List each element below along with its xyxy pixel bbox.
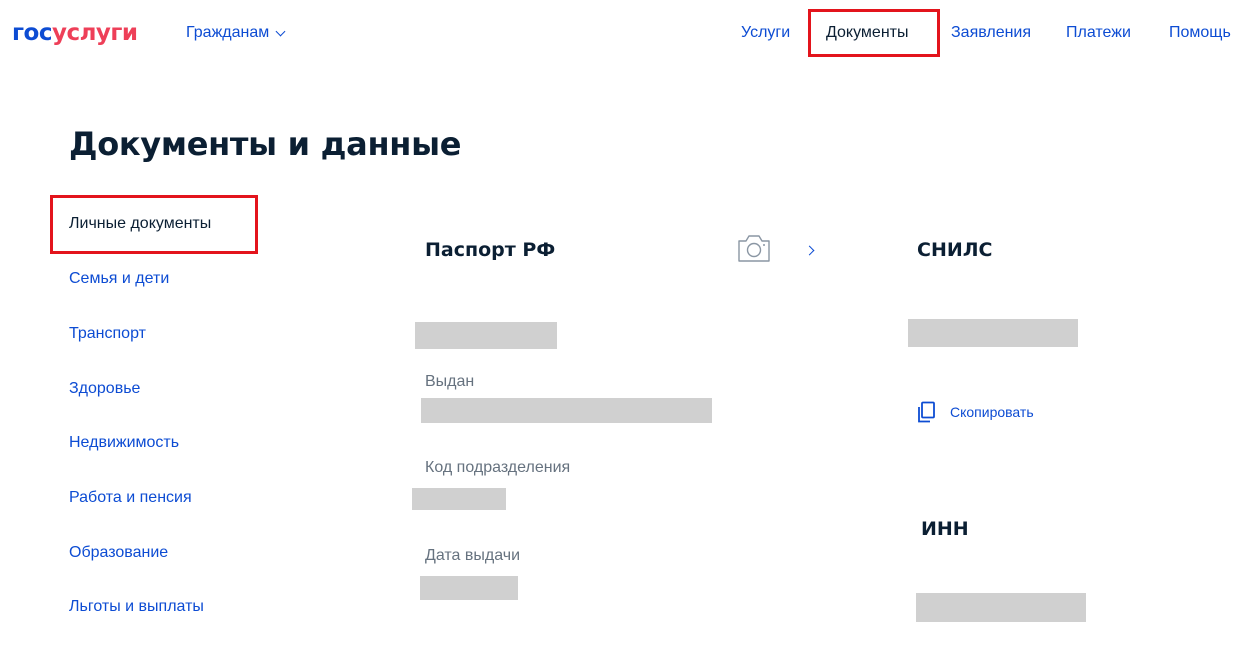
sidebar-item-health[interactable]: Здоровье <box>69 379 140 399</box>
passport-number-redacted <box>415 322 557 349</box>
logo-part-uslugi: услуги <box>51 20 138 46</box>
sidebar-item-education[interactable]: Образование <box>69 543 168 563</box>
passport-division-code-redacted <box>412 488 506 510</box>
copy-icon[interactable] <box>915 401 937 423</box>
nav-services-link[interactable]: Услуги <box>741 23 790 43</box>
passport-division-code-label: Код подразделения <box>425 459 571 476</box>
page-title: Документы и данные <box>69 125 462 163</box>
gosuslugi-logo[interactable]: госуслуги <box>12 18 138 48</box>
snils-number-redacted <box>908 319 1078 347</box>
inn-title: ИНН <box>921 518 969 540</box>
sidebar-item-real-estate[interactable]: Недвижимость <box>69 433 179 453</box>
sidebar-item-transport[interactable]: Транспорт <box>69 324 146 344</box>
nav-payments-link[interactable]: Платежи <box>1066 23 1131 43</box>
sidebar-item-benefits[interactable]: Льготы и выплаты <box>69 597 204 617</box>
highlight-box-documents <box>808 9 940 57</box>
passport-issued-value-redacted <box>421 398 712 423</box>
inn-number-redacted <box>916 593 1086 622</box>
nav-applications-link[interactable]: Заявления <box>951 23 1031 43</box>
citizens-menu-button[interactable]: Гражданам <box>186 23 286 43</box>
camera-icon[interactable] <box>737 233 771 263</box>
chevron-down-icon <box>275 26 286 36</box>
logo-part-gos: гос <box>12 20 52 46</box>
passport-issued-label: Выдан <box>425 373 475 390</box>
chevron-right-icon[interactable] <box>804 245 815 256</box>
copy-snils-button[interactable]: Скопировать <box>950 403 1034 421</box>
highlight-box-personal-documents <box>50 195 258 254</box>
passport-title: Паспорт РФ <box>425 239 556 261</box>
nav-help-link[interactable]: Помощь <box>1169 23 1231 43</box>
citizens-menu-label: Гражданам <box>186 24 270 41</box>
sidebar-item-family-children[interactable]: Семья и дети <box>69 269 169 289</box>
passport-issue-date-label: Дата выдачи <box>425 547 521 564</box>
snils-title: СНИЛС <box>917 239 993 261</box>
passport-issue-date-redacted <box>420 576 518 600</box>
sidebar-item-work-pension[interactable]: Работа и пенсия <box>69 488 192 508</box>
